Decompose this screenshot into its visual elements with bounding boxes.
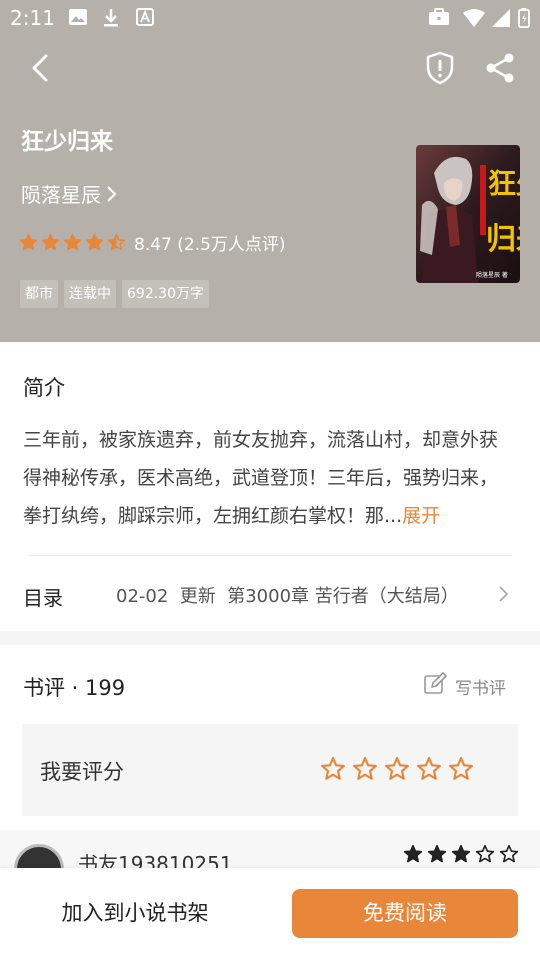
reviews-heading: 书评 · 199 [23, 676, 126, 700]
star-icon [41, 233, 60, 251]
battery-icon [518, 8, 530, 28]
intro-heading: 简介 [23, 376, 65, 400]
intro-text-block: 三年前，被家族遗弃，前女友抛弃，流落山村，却意外获得神秘传承，医术高绝，武道登顶… [23, 421, 513, 535]
review-item[interactable]: 书友193810251 [0, 830, 540, 870]
toc-latest-chapter: 第3000章 苦行者（大结局） [227, 586, 459, 607]
status-time: 2:11 [10, 6, 55, 30]
toc-update-label: 更新 [179, 586, 216, 607]
book-tags: 都市 连载中 692.30万字 [20, 280, 209, 308]
font-notification-icon [136, 8, 154, 26]
report-button[interactable] [420, 50, 460, 90]
back-icon [30, 53, 50, 87]
image-notification-icon [68, 8, 88, 26]
cover-title: 狂少 [488, 167, 520, 200]
star-icon[interactable] [448, 756, 474, 782]
author-name: 陨落星辰 [21, 183, 101, 207]
toc-row[interactable]: 目录 02-02 更新 第3000章 苦行者（大结局） [0, 565, 540, 623]
status-bar: 2:11 [0, 0, 540, 36]
toc-date: 02-02 [116, 586, 169, 607]
divider [28, 555, 512, 556]
rating-text: 8.47 (2.5万人点评) [134, 235, 286, 255]
book-cover: 狂少 归来 陨落星辰 著 [416, 145, 520, 283]
work-profile-icon [428, 8, 450, 26]
write-review-button[interactable]: 写书评 [423, 672, 506, 701]
download-notification-icon [102, 8, 120, 28]
report-shield-icon [425, 51, 455, 89]
rate-box: 我要评分 [22, 724, 518, 816]
star-icon [403, 844, 423, 863]
star-icon [107, 233, 126, 251]
chevron-right-icon [497, 585, 509, 607]
review-user: 书友193810251 [78, 852, 233, 870]
author-link[interactable]: 陨落星辰 [21, 179, 117, 208]
review-stars [403, 844, 519, 864]
back-button[interactable] [22, 52, 58, 88]
chevron-right-icon [105, 185, 117, 203]
book-title: 狂少归来 [21, 129, 113, 155]
book-header: 2:11 狂少归来 陨落星辰 8.47 (2.5万人点评) 都市 连载中 692… [0, 0, 540, 342]
share-icon [484, 52, 516, 88]
wifi-icon [462, 8, 486, 28]
tag-status: 连载中 [64, 280, 116, 308]
expand-intro-button[interactable]: 展开 [402, 505, 440, 527]
star-icon [451, 844, 471, 863]
bottom-bar: 加入到小说书架 免费阅读 [0, 868, 540, 960]
star-icon [499, 844, 519, 863]
write-review-label: 写书评 [455, 679, 506, 699]
star-icon [427, 844, 447, 863]
edit-icon [423, 672, 447, 701]
svg-text:归来: 归来 [486, 222, 520, 257]
star-icon[interactable] [384, 756, 410, 782]
tag-word-count: 692.30万字 [122, 280, 209, 308]
signal-icon [491, 8, 511, 28]
cover-author: 陨落星辰 著 [476, 271, 508, 279]
rate-prompt: 我要评分 [40, 760, 124, 784]
star-icon [63, 233, 82, 251]
star-icon[interactable] [320, 756, 346, 782]
free-read-button[interactable]: 免费阅读 [292, 889, 518, 938]
toc-latest: 02-02 更新 第3000章 苦行者（大结局） [116, 582, 459, 608]
add-to-shelf-button[interactable]: 加入到小说书架 [22, 888, 248, 938]
avatar [14, 844, 64, 870]
rating-stars [19, 233, 126, 252]
rate-stars [320, 756, 474, 782]
tag-genre[interactable]: 都市 [20, 280, 58, 308]
star-icon[interactable] [416, 756, 442, 782]
share-button[interactable] [480, 50, 520, 90]
rating-row: 8.47 (2.5万人点评) [19, 230, 286, 255]
star-icon [19, 233, 38, 251]
toc-label: 目录 [23, 586, 63, 610]
section-gap [0, 631, 540, 645]
star-icon [85, 233, 104, 251]
star-icon [475, 844, 495, 863]
star-icon[interactable] [352, 756, 378, 782]
